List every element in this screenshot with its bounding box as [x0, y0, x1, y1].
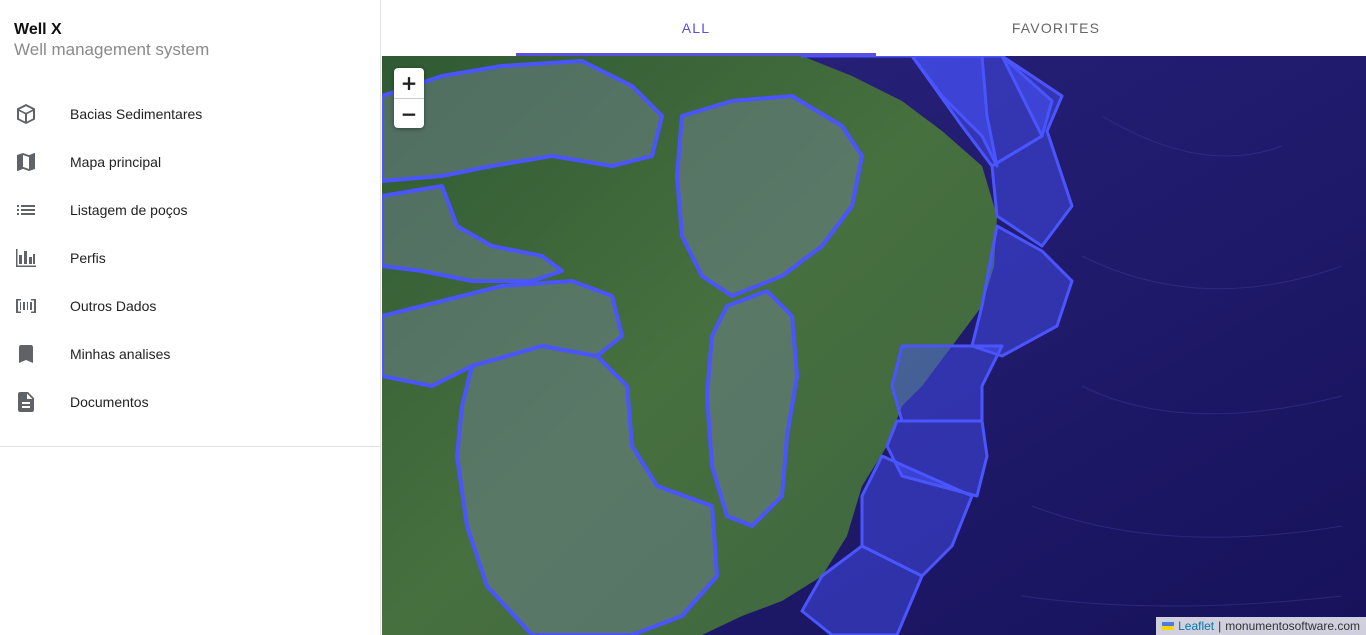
- sidebar-item-label: Listagem de poços: [70, 202, 188, 218]
- sidebar-item-label: Documentos: [70, 394, 149, 410]
- sidebar-item-label: Perfis: [70, 250, 106, 266]
- app-subtitle: Well management system: [14, 40, 210, 59]
- bookmark-icon: [0, 330, 70, 378]
- sidebar-item-bacias-sedimentares[interactable]: Bacias Sedimentares: [0, 90, 381, 138]
- satellite-map[interactable]: [382, 56, 1366, 635]
- sidebar-item-minhas-analises[interactable]: Minhas analises: [0, 330, 381, 378]
- list-icon: [0, 186, 70, 234]
- sidebar-item-label: Bacias Sedimentares: [70, 106, 203, 122]
- ukraine-flag-icon: [1162, 622, 1175, 630]
- tab-all[interactable]: All: [516, 0, 876, 56]
- sidebar-item-mapa-principal[interactable]: Mapa principal: [0, 138, 381, 186]
- document-icon: [0, 378, 70, 426]
- sidebar-item-listagem-de-pocos[interactable]: Listagem de poços: [0, 186, 381, 234]
- zoom-out-button[interactable]: −: [394, 98, 424, 128]
- tab-favorites[interactable]: Favorites: [876, 0, 1236, 56]
- sidebar-menu: Bacias Sedimentares Mapa principal Lista…: [0, 90, 381, 426]
- map-icon: [0, 138, 70, 186]
- barcode-icon: [0, 282, 70, 330]
- sidebar-item-label: Outros Dados: [70, 298, 157, 314]
- sidebar-item-documentos[interactable]: Documentos: [0, 378, 381, 426]
- zoom-control: + −: [394, 68, 424, 128]
- brand: Well X Well management system: [14, 20, 209, 60]
- zoom-in-button[interactable]: +: [394, 68, 424, 98]
- map-attribution: Leaflet | monumentosoftware.com: [1156, 617, 1366, 635]
- sidebar-item-label: Mapa principal: [70, 154, 162, 170]
- sidebar-divider: [0, 446, 381, 447]
- map-view[interactable]: + − Leaflet | monumentosoftware.com: [382, 56, 1366, 635]
- app-title: Well X: [14, 21, 62, 38]
- bar-chart-icon: [0, 234, 70, 282]
- attribution-separator: |: [1218, 619, 1222, 633]
- sidebar: Well X Well management system Bacias Sed…: [0, 0, 381, 635]
- sidebar-item-label: Minhas analises: [70, 346, 171, 362]
- cube-icon: [0, 90, 70, 138]
- sidebar-item-perfis[interactable]: Perfis: [0, 234, 381, 282]
- leaflet-link[interactable]: Leaflet: [1178, 617, 1214, 635]
- tab-bar: All Favorites: [382, 0, 1366, 56]
- attribution-source: monumentosoftware.com: [1225, 619, 1360, 633]
- basin-sao-francisco: [705, 289, 799, 528]
- sidebar-item-outros-dados[interactable]: Outros Dados: [0, 282, 381, 330]
